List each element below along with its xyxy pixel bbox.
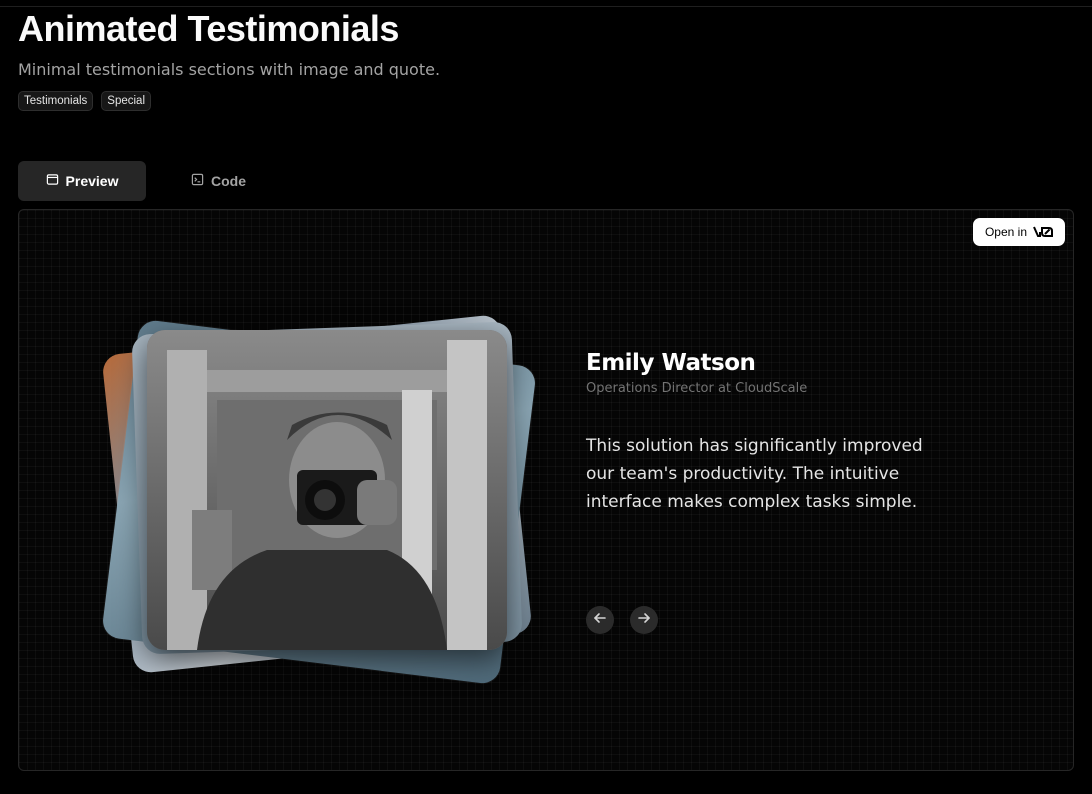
- preview-panel: Open in Emily Watson Operations Director…: [18, 209, 1074, 771]
- view-tabs: Preview Code: [18, 161, 273, 201]
- terminal-icon: [191, 173, 204, 189]
- tab-preview-label: Preview: [65, 173, 119, 189]
- testimonial-quote: This solution has significantly improved…: [586, 436, 923, 512]
- window-icon: [46, 173, 59, 189]
- testimonial-role: Operations Director at CloudScale: [586, 381, 808, 396]
- page-subtitle: Minimal testimonials sections with image…: [18, 60, 441, 79]
- page-title: Animated Testimonials: [18, 8, 399, 49]
- testimonial-photo: [147, 330, 507, 650]
- open-in-v0-button[interactable]: Open in: [972, 218, 1065, 246]
- next-button[interactable]: [630, 606, 658, 634]
- tag-special[interactable]: Special: [101, 91, 151, 111]
- testimonial-image-stack: [100, 313, 557, 686]
- previous-button[interactable]: [586, 606, 614, 634]
- tab-code[interactable]: Code: [164, 161, 273, 201]
- tab-code-label: Code: [211, 173, 246, 189]
- top-divider: [0, 6, 1092, 7]
- tag-testimonials[interactable]: Testimonials: [18, 91, 94, 111]
- arrow-right-icon: [637, 611, 651, 630]
- testimonial-nav: [586, 606, 658, 634]
- tag-list: Testimonials Special: [18, 91, 151, 111]
- testimonial-name: Emily Watson: [586, 350, 756, 376]
- tab-preview[interactable]: Preview: [18, 161, 146, 201]
- arrow-left-icon: [593, 611, 607, 630]
- open-in-label: Open in: [984, 225, 1027, 239]
- v0-logo-icon: [1033, 225, 1053, 240]
